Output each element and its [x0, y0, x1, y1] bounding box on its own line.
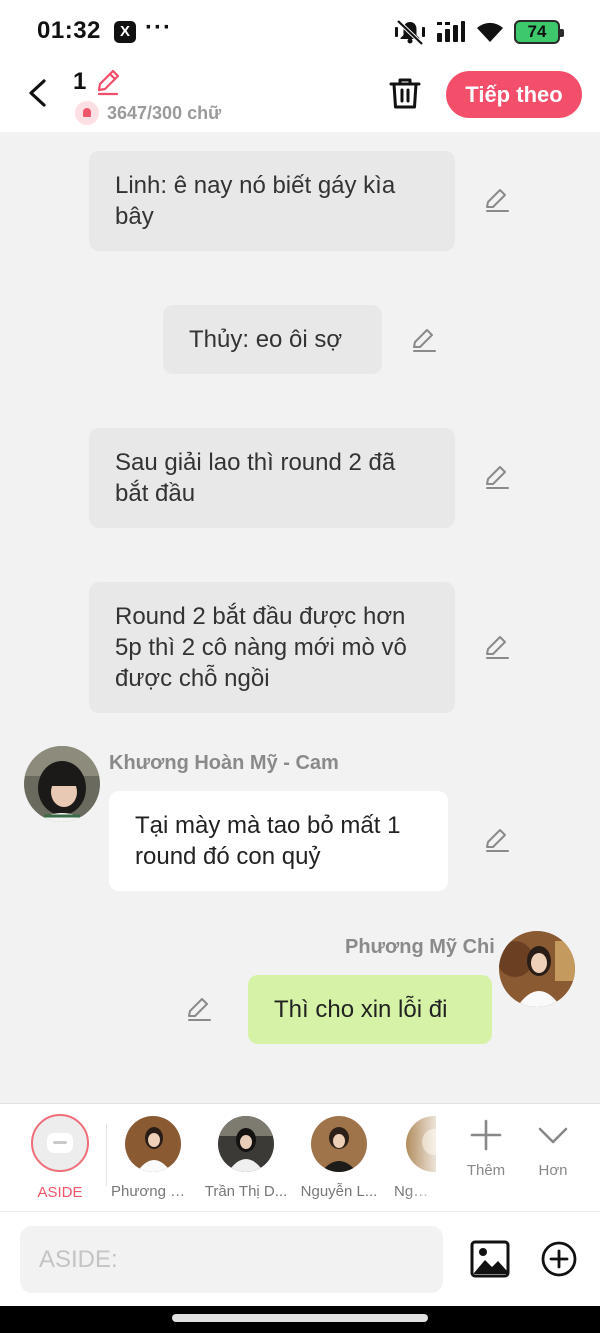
- signal-icon: [437, 21, 465, 42]
- character-avatar: [125, 1116, 181, 1172]
- add-character-button[interactable]: Thêm: [460, 1118, 512, 1179]
- editor-header: 1 3647/300 chữ Tiếp theo: [0, 62, 600, 132]
- character-avatar: [218, 1116, 274, 1172]
- plus-icon: [470, 1119, 502, 1151]
- tray-divider: [106, 1124, 107, 1186]
- edit-title-pencil-icon[interactable]: [95, 68, 121, 96]
- story-title[interactable]: 1: [73, 68, 86, 96]
- narration-bubble[interactable]: Thủy: eo ôi sợ: [163, 305, 382, 374]
- character-phuong-my-chi[interactable]: Phương M...: [111, 1114, 195, 1200]
- character-label: ASIDE: [37, 1184, 83, 1201]
- x-app-icon: X: [114, 21, 136, 43]
- character-label: Phương M...: [111, 1183, 195, 1200]
- image-icon[interactable]: [470, 1239, 510, 1279]
- narration-bubble[interactable]: Sau giải lao thì round 2 đã bắt đầu: [89, 428, 455, 528]
- avatar-khuong-hoan-my[interactable]: [24, 746, 100, 822]
- battery-indicator: 74: [514, 20, 564, 44]
- character-tran-thi[interactable]: Trần Thị D...: [204, 1114, 288, 1200]
- word-count-bell-icon: [75, 101, 99, 125]
- narration-bubble[interactable]: Round 2 bắt đầu được hơn 5p thì 2 cô nàn…: [89, 582, 455, 713]
- word-count: 3647/300 chữ: [107, 103, 222, 123]
- character-label: Trần Thị D...: [204, 1183, 288, 1200]
- character-label: Nguyễn L...: [300, 1183, 378, 1200]
- back-arrow-icon[interactable]: [24, 76, 52, 110]
- edit-pencil-icon[interactable]: [484, 827, 510, 853]
- next-button[interactable]: Tiếp theo: [446, 71, 582, 118]
- mute-vibrate-icon: [395, 19, 425, 45]
- character-aside[interactable]: ASIDE: [18, 1114, 102, 1201]
- my-message-bubble[interactable]: Thì cho xin lỗi đi: [248, 975, 492, 1044]
- narration-bubble[interactable]: Linh: ê nay nó biết gáy kìa bây: [89, 151, 455, 251]
- system-nav-bar: [0, 1306, 600, 1333]
- character-selector: ASIDE Phương M... Trần Thị D... Nguyễn L…: [0, 1103, 600, 1212]
- sender-name: Phương Mỹ Chi: [345, 936, 495, 958]
- edit-pencil-icon[interactable]: [484, 187, 510, 213]
- more-notifications-icon: ···: [145, 14, 172, 41]
- more-characters-button[interactable]: Hơn: [527, 1118, 579, 1179]
- character-nguyen-l[interactable]: Nguyễn L...: [297, 1114, 381, 1200]
- more-label: Hơn: [538, 1162, 568, 1179]
- status-time: 01:32: [37, 17, 101, 44]
- avatar-phuong-my-chi[interactable]: [499, 931, 575, 1007]
- aside-chat-icon: [31, 1114, 89, 1172]
- add-circle-icon[interactable]: [541, 1241, 577, 1277]
- edit-pencil-icon[interactable]: [484, 464, 510, 490]
- sender-name: Khương Hoàn Mỹ - Cam: [109, 752, 339, 774]
- character-message-bubble[interactable]: Tại mày mà tao bỏ mất 1 round đó con quỷ: [109, 791, 448, 891]
- tray-fade: [405, 1104, 445, 1212]
- trash-icon[interactable]: [388, 76, 422, 110]
- status-bar: 01:32 X ··· 74: [0, 0, 600, 62]
- edit-pencil-icon[interactable]: [411, 327, 437, 353]
- home-indicator[interactable]: [172, 1314, 428, 1322]
- add-label: Thêm: [466, 1162, 506, 1179]
- wifi-icon: [477, 22, 503, 42]
- edit-pencil-icon[interactable]: [484, 634, 510, 660]
- chevron-down-icon: [538, 1127, 568, 1144]
- aside-input[interactable]: [20, 1226, 443, 1293]
- composer-bar: [0, 1211, 600, 1306]
- character-avatar: [311, 1116, 367, 1172]
- edit-pencil-icon[interactable]: [186, 996, 212, 1022]
